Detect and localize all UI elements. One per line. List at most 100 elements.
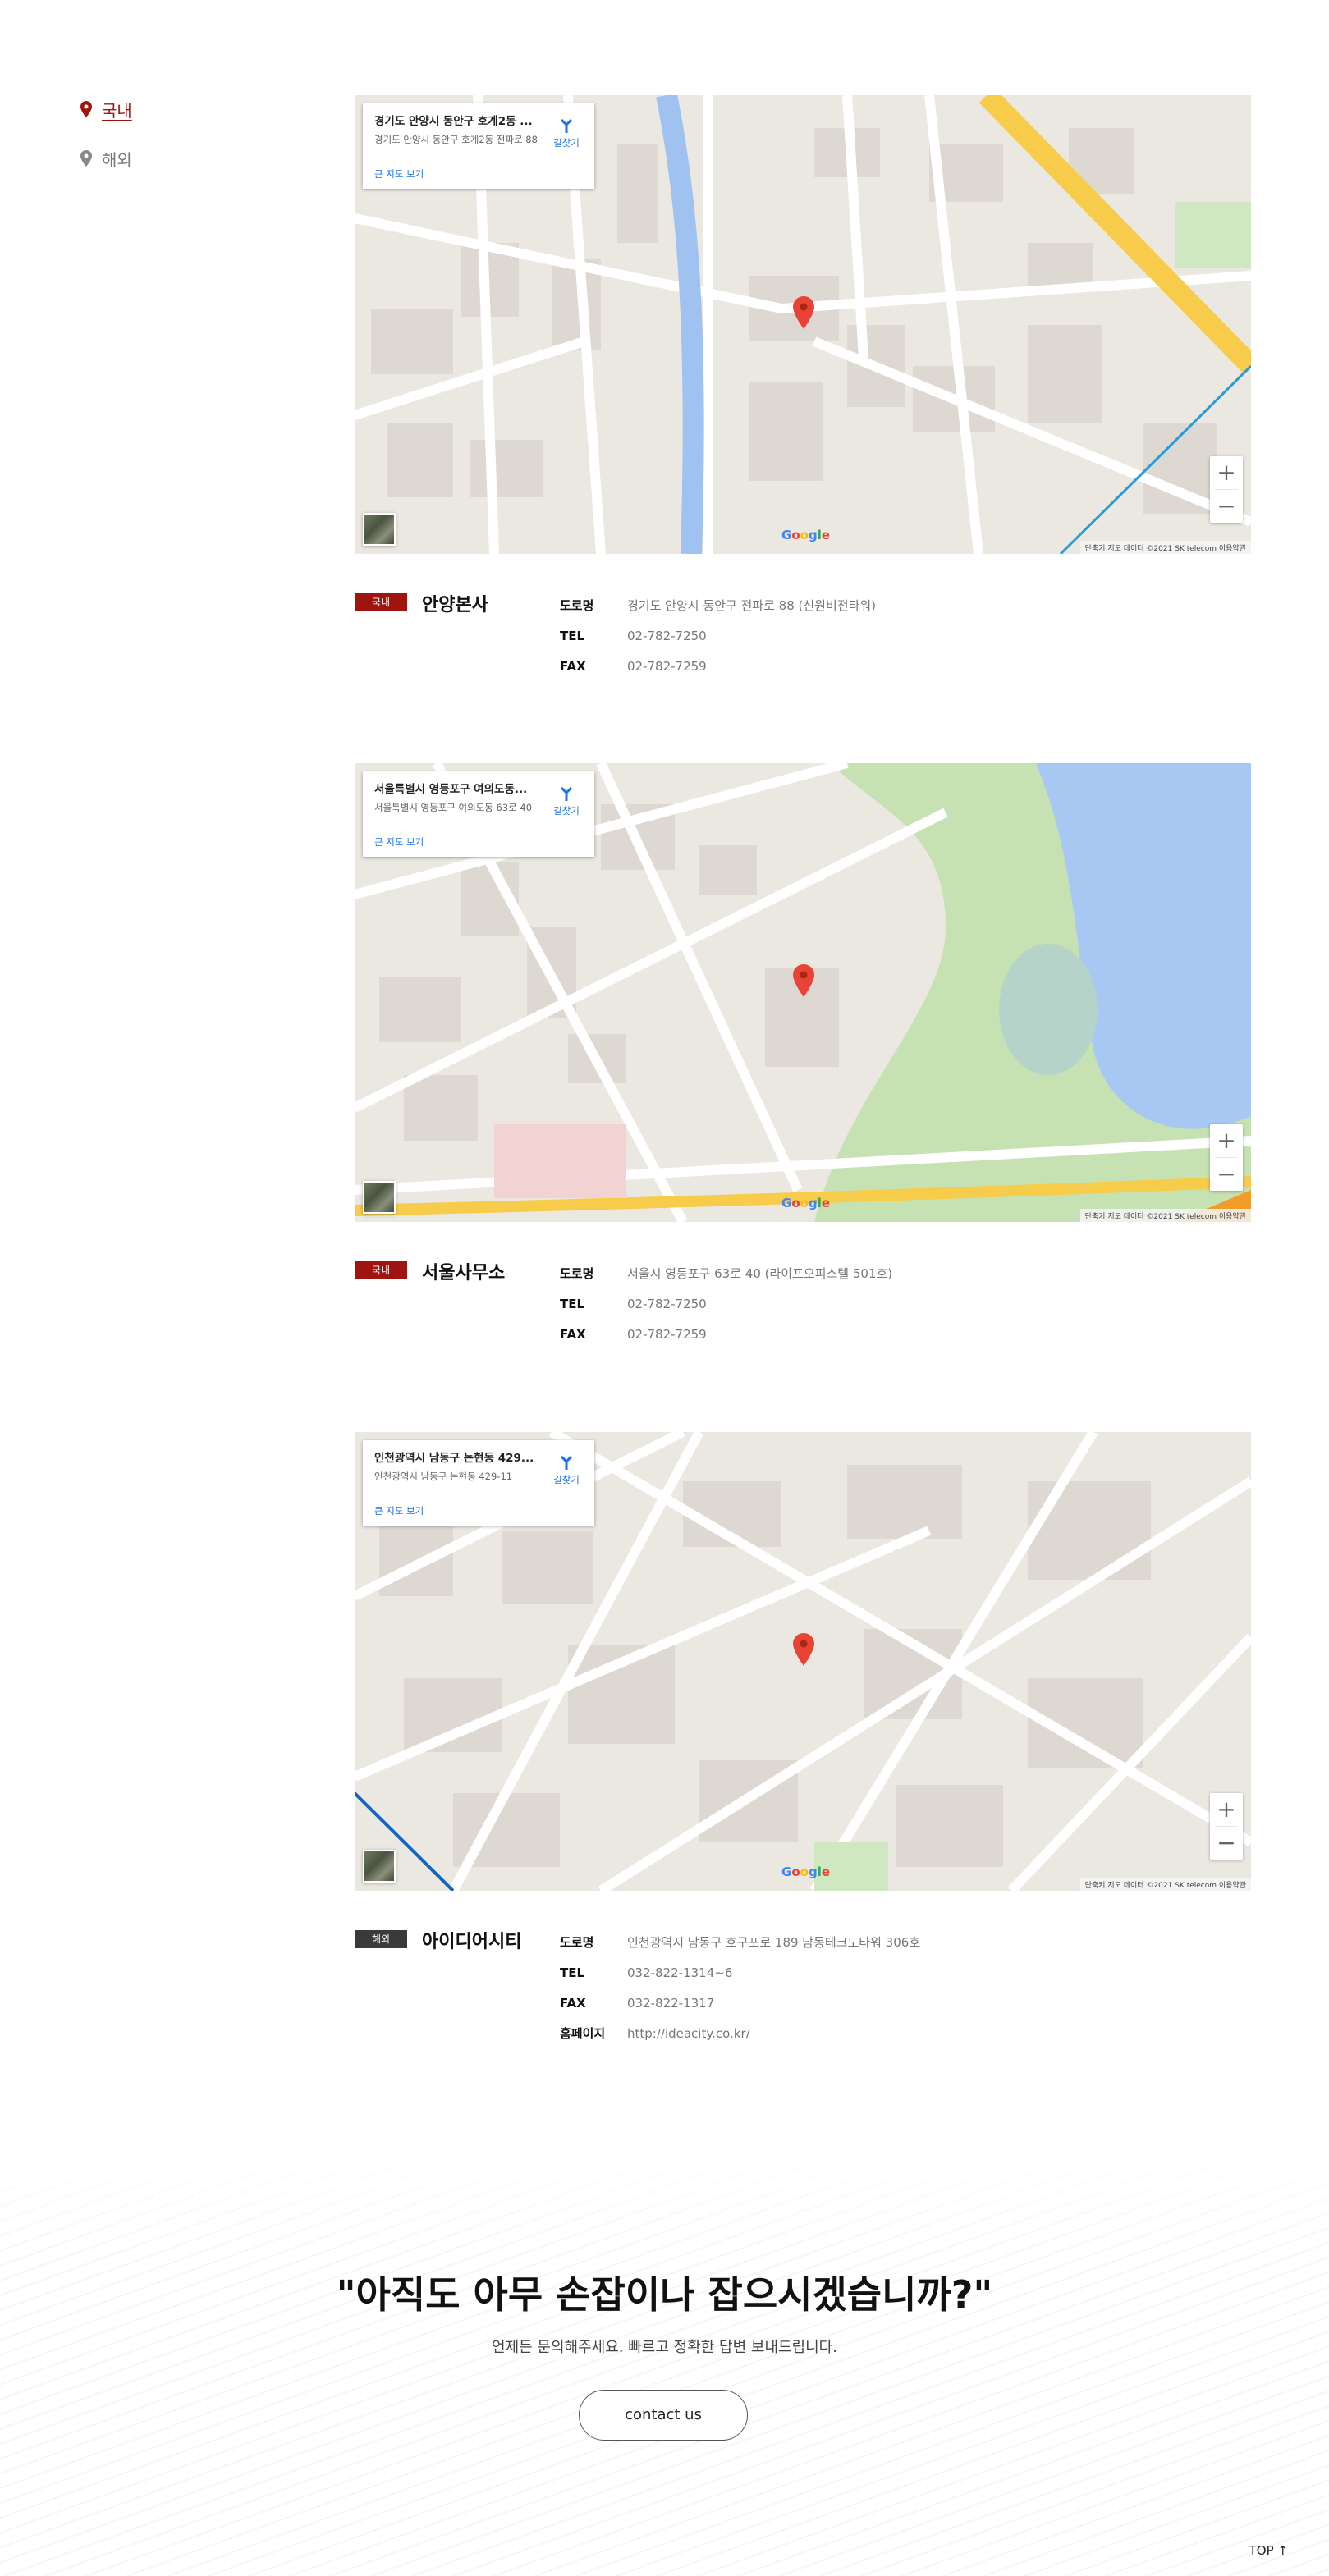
detail-row: TEL 032-822-1314~6 <box>560 1957 920 1988</box>
detail-key: 도로명 <box>560 1935 594 1950</box>
map-attribution[interactable]: 단축키 지도 데이터 ©2021 SK telecom 이용약관 <box>1079 1878 1251 1891</box>
location-marker-icon[interactable] <box>793 964 814 997</box>
office-map[interactable]: 인천광역시 남동구 논현동 429... 인천광역시 남동구 논현동 429-1… <box>355 1432 1251 1891</box>
office-map[interactable]: 경기도 안양시 동안구 호계2동 ... 경기도 안양시 동안구 호계2동 전파… <box>355 95 1251 554</box>
directions-label: 길찾기 <box>553 137 580 149</box>
contact-us-button[interactable]: contact us <box>579 2390 748 2441</box>
detail-key: FAX <box>560 1326 586 1342</box>
map-place-title: 인천광역시 남동구 논현동 429... <box>374 1452 534 1465</box>
directions-link[interactable]: 길찾기 <box>550 1455 583 1486</box>
detail-key: 홈페이지 <box>560 2026 606 2041</box>
zoom-out-button[interactable]: − <box>1210 1158 1243 1191</box>
google-logo: Google <box>781 1865 831 1879</box>
scroll-top-button[interactable]: TOP ↑ <box>1249 2543 1288 2558</box>
region-badge: 국내 <box>355 1261 407 1279</box>
sidebar-item-label: 국내 <box>102 100 132 121</box>
map-pin-icon <box>80 101 92 117</box>
map-attribution[interactable]: 단축키 지도 데이터 ©2021 SK telecom 이용약관 <box>1079 1209 1251 1222</box>
directions-label: 길찾기 <box>553 1474 580 1485</box>
detail-key: FAX <box>560 1995 586 2011</box>
detail-key: FAX <box>560 658 586 674</box>
detail-value: 경기도 안양시 동안구 전파로 88 (신원비전타워) <box>627 598 877 613</box>
google-logo: Google <box>781 528 831 542</box>
directions-label: 길찾기 <box>553 805 580 817</box>
zoom-out-button[interactable]: − <box>1210 490 1243 523</box>
cta-title: "아직도 아무 손잡이나 잡으시겠습니까?" <box>336 2272 993 2317</box>
big-map-link[interactable]: 큰 지도 보기 <box>374 1504 424 1517</box>
zoom-in-button[interactable]: + <box>1210 456 1243 489</box>
detail-value: 인천광역시 남동구 호구포로 189 남동테크노타워 306호 <box>627 1935 921 1950</box>
office-ideacity: 인천광역시 남동구 논현동 429... 인천광역시 남동구 논현동 429-1… <box>355 1432 1251 2058</box>
office-map[interactable]: 서울특별시 영등포구 여의도동... 서울특별시 영등포구 여의도동 63로 4… <box>355 763 1251 1222</box>
detail-key: 도로명 <box>560 1266 594 1281</box>
location-marker-icon[interactable] <box>793 296 814 329</box>
office-name: 안양본사 <box>422 595 488 615</box>
cta-fade <box>0 2134 1329 2265</box>
detail-row: TEL 02-782-7250 <box>560 1288 892 1319</box>
location-marker-icon[interactable] <box>793 1633 814 1666</box>
map-place-title: 서울특별시 영등포구 여의도동... <box>374 783 528 796</box>
detail-row: 도로명 경기도 안양시 동안구 전파로 88 (신원비전타워) <box>560 590 876 620</box>
sidebar-item-label: 해외 <box>102 149 132 170</box>
office-details: 도로명 인천광역시 남동구 호구포로 189 남동테크노타워 306호 TEL 03… <box>560 1927 920 2048</box>
office-info: 국내 안양본사 도로명 경기도 안양시 동안구 전파로 88 (신원비전타워) T… <box>355 590 1251 721</box>
map-place-title: 경기도 안양시 동안구 호계2동 ... <box>374 115 533 128</box>
satellite-toggle-button[interactable] <box>363 1850 396 1883</box>
map-info-window: 경기도 안양시 동안구 호계2동 ... 경기도 안양시 동안구 호계2동 전파… <box>363 103 594 189</box>
map-place-address: 경기도 안양시 동안구 호계2동 전파로 88 <box>374 134 538 145</box>
map-info-window: 서울특별시 영등포구 여의도동... 서울특별시 영등포구 여의도동 63로 4… <box>363 771 594 857</box>
zoom-in-button[interactable]: + <box>1210 1793 1243 1826</box>
zoom-control: + − <box>1210 1793 1243 1860</box>
sidebar-item-overseas[interactable]: 해외 <box>80 146 261 171</box>
region-sidebar: 국내 해외 <box>80 97 261 195</box>
cta-subtitle: 언제든 문의해주세요. 빠르고 정확한 답변 보내드립니다. <box>492 2339 837 2356</box>
detail-value: 032-822-1314~6 <box>627 1965 733 1980</box>
directions-icon <box>560 1455 573 1470</box>
sidebar-item-domestic[interactable]: 국내 <box>80 97 261 121</box>
big-map-link[interactable]: 큰 지도 보기 <box>374 167 424 181</box>
office-anyang: 경기도 안양시 동안구 호계2동 ... 경기도 안양시 동안구 호계2동 전파… <box>355 95 1251 721</box>
office-seoul: 서울특별시 영등포구 여의도동... 서울특별시 영등포구 여의도동 63로 4… <box>355 763 1251 1389</box>
office-name: 아이디어시티 <box>422 1932 522 1952</box>
detail-value: 02-782-7250 <box>627 1296 707 1311</box>
detail-value: 서울시 영등포구 63로 40 (라이프오피스텔 501호) <box>627 1266 893 1281</box>
map-place-address: 서울특별시 영등포구 여의도동 63로 40 <box>374 802 533 813</box>
map-place-address: 인천광역시 남동구 논현동 429-11 <box>374 1471 513 1482</box>
google-logo: Google <box>781 1196 831 1210</box>
detail-row: TEL 02-782-7250 <box>560 620 876 651</box>
detail-row: 도로명 서울시 영등포구 63로 40 (라이프오피스텔 501호) <box>560 1258 892 1288</box>
detail-row: 홈페이지 http://ideacity.co.kr/ <box>560 2018 920 2048</box>
zoom-out-button[interactable]: − <box>1210 1827 1243 1860</box>
satellite-toggle-button[interactable] <box>363 513 396 546</box>
directions-icon <box>560 118 573 133</box>
detail-key: TEL <box>560 628 585 643</box>
office-name: 서울사무소 <box>422 1263 506 1283</box>
detail-value: 02-782-7259 <box>627 658 707 674</box>
directions-link[interactable]: 길찾기 <box>550 786 583 817</box>
satellite-toggle-button[interactable] <box>363 1181 396 1214</box>
region-badge: 국내 <box>355 593 407 611</box>
detail-value: 02-782-7259 <box>627 1326 707 1342</box>
zoom-control: + − <box>1210 456 1243 523</box>
detail-row: FAX 02-782-7259 <box>560 1319 892 1349</box>
detail-key: TEL <box>560 1965 585 1980</box>
map-attribution[interactable]: 단축키 지도 데이터 ©2021 SK telecom 이용약관 <box>1079 541 1251 554</box>
office-info: 국내 서울사무소 도로명 서울시 영등포구 63로 40 (라이프오피스텔 501… <box>355 1258 1251 1389</box>
big-map-link[interactable]: 큰 지도 보기 <box>374 835 424 849</box>
contact-cta-section: "아직도 아무 손잡이나 잡으시겠습니까?" 언제든 문의해주세요. 빠르고 정… <box>0 2134 1329 2576</box>
detail-row: FAX 032-822-1317 <box>560 1988 920 2018</box>
map-info-window: 인천광역시 남동구 논현동 429... 인천광역시 남동구 논현동 429-1… <box>363 1440 594 1526</box>
detail-key: TEL <box>560 1296 585 1311</box>
office-info: 해외 아이디어시티 도로명 인천광역시 남동구 호구포로 189 남동테크노타워 … <box>355 1927 1251 2058</box>
region-badge: 해외 <box>355 1930 407 1948</box>
directions-icon <box>560 786 573 801</box>
office-details: 도로명 서울시 영등포구 63로 40 (라이프오피스텔 501호) TEL 02-… <box>560 1258 892 1349</box>
detail-row: 도로명 인천광역시 남동구 호구포로 189 남동테크노타워 306호 <box>560 1927 920 1957</box>
zoom-control: + − <box>1210 1124 1243 1191</box>
detail-row: FAX 02-782-7259 <box>560 651 876 681</box>
directions-link[interactable]: 길찾기 <box>550 118 583 149</box>
detail-value: 032-822-1317 <box>627 1995 715 2011</box>
zoom-in-button[interactable]: + <box>1210 1124 1243 1157</box>
homepage-link[interactable]: http://ideacity.co.kr/ <box>627 2026 750 2041</box>
detail-value: 02-782-7250 <box>627 628 707 643</box>
